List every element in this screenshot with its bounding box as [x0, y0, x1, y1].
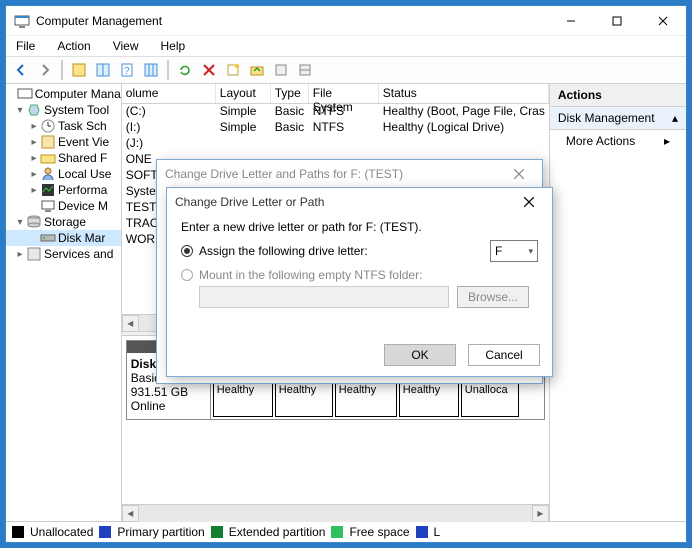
- tree-disk-management[interactable]: Disk Mar: [6, 230, 121, 246]
- tree-local-users[interactable]: ▸Local Use: [6, 166, 121, 182]
- back-button[interactable]: [10, 59, 32, 81]
- app-icon: [14, 13, 30, 29]
- disk-size: 931.51 GB: [131, 385, 188, 399]
- table-row: (C:)SimpleBasicNTFSHealthy (Boot, Page F…: [122, 104, 549, 120]
- legend-swatch: [12, 526, 24, 538]
- separator: [61, 60, 63, 80]
- titlebar: Computer Management: [6, 6, 686, 36]
- dialog-change-drive-letter: Change Drive Letter or Path Enter a new …: [166, 187, 553, 377]
- drive-letter-dropdown[interactable]: F ▾: [490, 240, 538, 262]
- tree-device-manager[interactable]: Device M: [6, 198, 121, 214]
- menu-help[interactable]: Help: [157, 37, 190, 55]
- tree-event-viewer[interactable]: ▸Event Vie: [6, 134, 121, 150]
- chevron-right-icon: ▸: [664, 134, 670, 148]
- tree-task-scheduler[interactable]: ▸Task Sch: [6, 118, 121, 134]
- maximize-button[interactable]: [594, 6, 640, 36]
- minimize-button[interactable]: [548, 6, 594, 36]
- forward-button[interactable]: [34, 59, 56, 81]
- col-layout[interactable]: Layout: [216, 84, 271, 103]
- scroll-right-icon[interactable]: ▸: [532, 505, 549, 522]
- tree-shared-folders[interactable]: ▸Shared F: [6, 150, 121, 166]
- menu-file[interactable]: File: [12, 37, 39, 55]
- browse-button: Browse...: [457, 286, 529, 308]
- cancel-button[interactable]: Cancel: [468, 344, 540, 366]
- tree-services[interactable]: ▸Services and: [6, 246, 121, 262]
- legend-swatch: [331, 526, 343, 538]
- menu-action[interactable]: Action: [53, 37, 94, 55]
- chevron-down-icon: ▾: [528, 246, 533, 257]
- panes-icon[interactable]: [92, 59, 114, 81]
- close-icon[interactable]: [514, 188, 544, 216]
- table-row: (J:): [122, 136, 549, 152]
- legend-swatch: [211, 526, 223, 538]
- tree-performance[interactable]: ▸Performa: [6, 182, 121, 198]
- settings-icon[interactable]: [270, 59, 292, 81]
- tree-root[interactable]: Computer Mana: [6, 86, 121, 102]
- folder-up-icon[interactable]: [246, 59, 268, 81]
- menubar: File Action View Help: [6, 36, 686, 56]
- col-volume[interactable]: olume: [122, 84, 216, 103]
- help-icon[interactable]: ?: [116, 59, 138, 81]
- dialog1-title: Change Drive Letter and Paths for F: (TE…: [165, 167, 504, 181]
- label-mount-folder: Mount in the following empty NTFS folder…: [199, 268, 422, 282]
- computer-management-window: Computer Management File Action View Hel…: [5, 5, 687, 543]
- menu-view[interactable]: View: [109, 37, 143, 55]
- scroll-left-icon[interactable]: ◂: [122, 505, 139, 522]
- col-type[interactable]: Type: [271, 84, 309, 103]
- ok-button[interactable]: OK: [384, 344, 456, 366]
- legend: Unallocated Primary partition Extended p…: [6, 521, 686, 541]
- actions-group[interactable]: Disk Management ▴: [550, 107, 686, 130]
- tree-system-tools[interactable]: ▾System Tool: [6, 102, 121, 118]
- tree-storage[interactable]: ▾Storage: [6, 214, 121, 230]
- dialog2-title: Change Drive Letter or Path: [175, 195, 514, 209]
- actions-header: Actions: [550, 84, 686, 107]
- table-row: (I:)SimpleBasicNTFSHealthy (Logical Driv…: [122, 120, 549, 136]
- label-assign-letter: Assign the following drive letter:: [199, 244, 368, 258]
- close-icon[interactable]: [504, 160, 534, 188]
- new-icon[interactable]: [222, 59, 244, 81]
- actions-panel: Actions Disk Management ▴ More Actions ▸: [549, 84, 686, 521]
- legend-swatch: [99, 526, 111, 538]
- scroll-left-icon[interactable]: ◂: [122, 315, 139, 332]
- close-button[interactable]: [640, 6, 686, 36]
- properties-icon[interactable]: [68, 59, 90, 81]
- actions-more[interactable]: More Actions ▸: [550, 130, 686, 152]
- col-filesystem[interactable]: File System: [309, 84, 379, 103]
- separator: [167, 60, 169, 80]
- radio-mount-folder[interactable]: [181, 269, 193, 281]
- mount-folder-input: [199, 286, 449, 308]
- dialog2-prompt: Enter a new drive letter or path for F: …: [181, 220, 538, 234]
- radio-assign-letter[interactable]: [181, 245, 193, 257]
- volumes-header: olume Layout Type File System Status: [122, 84, 549, 104]
- hscrollbar-lower[interactable]: ◂ ▸: [122, 504, 549, 521]
- col-status[interactable]: Status: [379, 84, 549, 103]
- disk-status: Online: [131, 399, 166, 413]
- svg-text:?: ?: [124, 66, 130, 77]
- list-icon[interactable]: [294, 59, 316, 81]
- collapse-icon[interactable]: ▴: [672, 111, 678, 125]
- refresh-icon[interactable]: [174, 59, 196, 81]
- columns-icon[interactable]: [140, 59, 162, 81]
- toolbar: ?: [6, 56, 686, 84]
- window-title: Computer Management: [36, 14, 548, 28]
- delete-icon[interactable]: [198, 59, 220, 81]
- legend-swatch: [416, 526, 428, 538]
- navigation-tree[interactable]: Computer Mana ▾System Tool ▸Task Sch ▸Ev…: [6, 84, 122, 521]
